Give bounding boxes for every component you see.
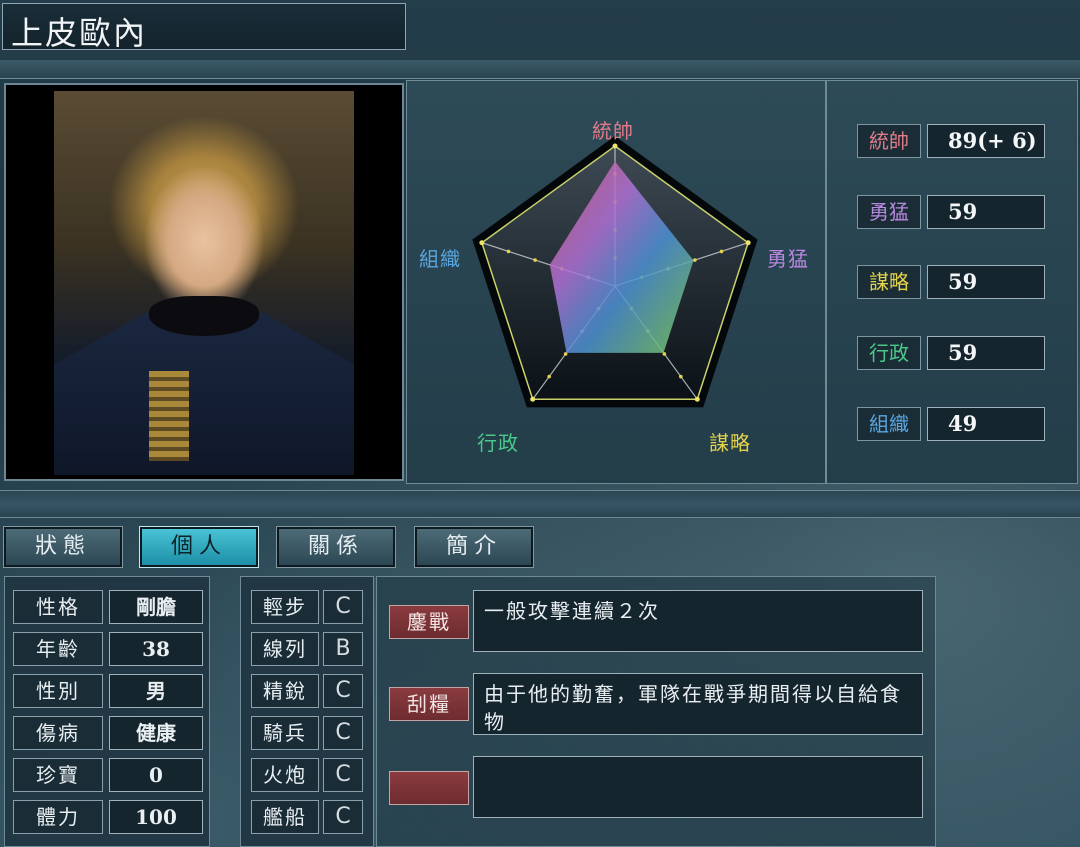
info-label: 性格 [13,590,103,624]
stat-label: 勇猛 [857,195,921,229]
info-value: 38 [109,632,203,666]
stat-label: 謀略 [857,265,921,299]
mid-divider [0,490,1080,518]
stat-row-zuzhi: 組織 49 [857,407,1047,441]
portrait-cravat [149,296,259,336]
radar-label-tongshuai: 統帥 [592,119,634,143]
info-value: 男 [109,674,203,708]
personal-info-panel: 性格 剛膽 年齡 38 性別 男 傷病 健康 珍寶 0 體力 100 [4,576,210,847]
radar-vertex [479,240,485,246]
radar-label-xingzheng: 行政 [477,431,519,455]
radar-tick [679,374,683,379]
portrait-frame [4,83,404,481]
stat-label: 行政 [857,336,921,370]
info-value: 剛膽 [109,590,203,624]
info-label: 傷病 [13,716,103,750]
stat-label: 組織 [857,407,921,441]
unit-skill-panel: 輕步 C 線列 B 精銳 C 騎兵 C 火炮 C 艦船 C [240,576,374,847]
radar-vertex [745,240,751,246]
stats-panel: 統帥 89(+ 6) 勇猛 59 謀略 59 行政 59 組織 49 [826,80,1078,484]
info-label: 年齡 [13,632,103,666]
skill-label: 火炮 [251,758,319,792]
character-name: 上皮歐內 [11,14,148,52]
portrait-embroidery [149,371,189,461]
skill-label: 騎兵 [251,716,319,750]
tab-relations[interactable]: 關係 [276,526,396,568]
trait-label-empty[interactable] [389,771,469,805]
info-value: 0 [109,758,203,792]
skill-grade: C [323,590,363,624]
skill-grade: C [323,800,363,834]
trait-description: 由于他的勤奮，軍隊在戰爭期間得以自給食物 [473,673,923,735]
stat-row-tongshuai: 統帥 89(+ 6) [857,124,1047,158]
traits-panel: 鏖戰 一般攻擊連續２次 刮糧 由于他的勤奮，軍隊在戰爭期間得以自給食物 [376,576,936,847]
stat-value: 49 [927,407,1045,441]
tab-status[interactable]: 狀態 [3,526,123,568]
tab-profile[interactable]: 簡介 [414,526,534,568]
stat-row-moulue: 謀略 59 [857,265,1047,299]
stat-value: 59 [927,265,1045,299]
character-name-box: 上皮歐內 [2,3,406,52]
tab-personal[interactable]: 個人 [139,526,259,568]
radar-panel: 統帥 勇猛 謀略 行政 組織 [406,80,826,484]
stat-row-xingzheng: 行政 59 [857,336,1047,370]
radar-vertex [530,396,536,402]
radar-label-yongmeng: 勇猛 [767,247,809,271]
info-value: 100 [109,800,203,834]
radar-tick [547,374,551,379]
skill-grade: C [323,674,363,708]
stat-value: 89(+ 6) [927,124,1045,158]
info-label: 珍寶 [13,758,103,792]
radar-vertex [612,143,618,149]
trait-label[interactable]: 鏖戰 [389,605,469,639]
skill-label: 輕步 [251,590,319,624]
stat-value: 59 [927,195,1045,229]
info-label: 體力 [13,800,103,834]
top-divider [0,60,1080,79]
radar-label-zuzhi: 組織 [419,247,461,271]
skill-grade: B [323,632,363,666]
skill-grade: C [323,716,363,750]
skill-label: 線列 [251,632,319,666]
skill-label: 艦船 [251,800,319,834]
stat-value: 59 [927,336,1045,370]
radar-tick [693,258,697,262]
stat-row-yongmeng: 勇猛 59 [857,195,1047,229]
radar-label-moulue: 謀略 [709,431,751,455]
skill-label: 精銳 [251,674,319,708]
skill-grade: C [323,758,363,792]
radar-tick [719,249,724,254]
radar-vertex [694,396,700,402]
stat-label: 統帥 [857,124,921,158]
radar-tick [506,249,511,254]
trait-description: 一般攻擊連續２次 [473,590,923,652]
info-value: 健康 [109,716,203,750]
radar-tick [533,258,537,262]
trait-description-empty [473,756,923,818]
trait-label[interactable]: 刮糧 [389,687,469,721]
info-label: 性別 [13,674,103,708]
character-portrait [54,91,354,475]
